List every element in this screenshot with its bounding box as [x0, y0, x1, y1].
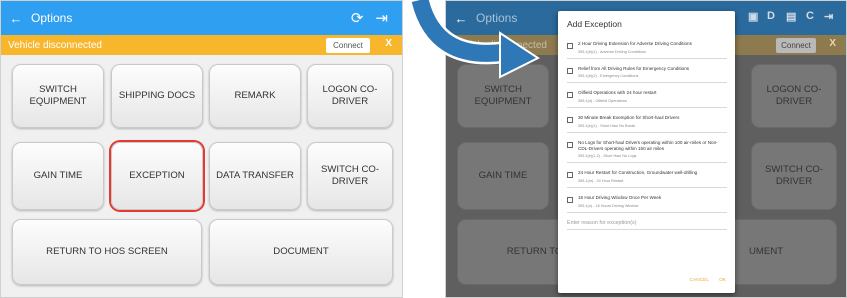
switch-co-driver-button[interactable]: SWITCH CO-DRIVER: [307, 142, 393, 210]
gain-time-button[interactable]: GAIN TIME: [12, 142, 104, 210]
remark-button[interactable]: REMARK: [209, 64, 301, 128]
exception-option[interactable]: 24 Hour Restart for Construction, Ground…: [567, 170, 727, 189]
page-title: Options: [31, 11, 73, 25]
switch-equipment-button[interactable]: SWITCH EQUIPMENT: [12, 64, 104, 128]
exception-button[interactable]: EXCEPTION: [111, 142, 203, 210]
exception-option[interactable]: Relief from All Driving Rules for Emerge…: [567, 66, 727, 84]
vehicle-status-bar: Vehicle disconnected Connect X: [1, 35, 402, 55]
exception-reason-input[interactable]: Enter reason for exception(s): [567, 220, 727, 230]
curved-arrow-icon: [409, 0, 540, 79]
codriver-c-icon: C: [806, 10, 814, 22]
exception-option[interactable]: 16 Hour Driving Window Once Per Week 395…: [567, 195, 727, 213]
checkbox[interactable]: [567, 197, 573, 204]
exception-option[interactable]: Oilfield Operations with 24 hour restart…: [567, 90, 727, 109]
option-label: 30 Minute Break Exemption for Short-haul…: [578, 115, 680, 121]
checkbox[interactable]: [567, 172, 573, 179]
exception-option[interactable]: No Logs for Short-haul Drivers operating…: [567, 139, 727, 164]
option-regulation: 395.1(o) - 16 Hours Driving Window: [578, 203, 639, 208]
document-button-dimmed: UMENT: [726, 219, 837, 285]
cancel-button[interactable]: CANCEL: [690, 278, 709, 283]
exception-option[interactable]: 2 Hour Driving Extension for Adverse Dri…: [567, 41, 727, 59]
exception-option[interactable]: 30 Minute Break Exemption for Short-haul…: [567, 115, 727, 133]
option-label: No Logs for Short-haul Drivers operating…: [578, 139, 718, 151]
ok-button[interactable]: OK: [719, 278, 726, 283]
checkbox[interactable]: [567, 92, 573, 99]
logout-icon: ⇥: [824, 11, 834, 23]
composite-screenshot: ← Options ⟳ ⇥ Vehicle disconnected Conne…: [0, 0, 847, 298]
option-label: Relief from All Driving Rules for Emerge…: [578, 65, 690, 71]
option-label: 2 Hour Driving Extension for Adverse Dri…: [578, 41, 692, 46]
truck-icon: ▤: [786, 11, 797, 23]
checkbox[interactable]: [567, 67, 573, 74]
status-text: Vehicle disconnected: [8, 39, 102, 51]
driver-d-icon: D: [767, 10, 775, 22]
option-label: 24 Hour Restart for Construction, Ground…: [578, 170, 698, 176]
add-exception-dialog: Add Exception 2 Hour Driving Extension f…: [558, 11, 735, 293]
return-to-hos-button[interactable]: RETURN TO HOS SCREEN: [12, 219, 202, 285]
option-regulation: 395.1(e)(1,2) - Short Haul No Logs: [578, 154, 637, 159]
arrow-left-icon[interactable]: ←: [1, 11, 31, 26]
shipping-docs-button[interactable]: SHIPPING DOCS: [111, 64, 203, 128]
option-regulation: 395.1(e)(1) - Short Haul No Break: [578, 123, 635, 128]
close-status-button: X: [829, 38, 836, 49]
gain-time-button-dimmed: GAIN TIME: [457, 142, 549, 210]
switch-co-driver-button-dimmed: SWITCH CO-DRIVER: [751, 142, 837, 210]
options-screen: ← Options ⟳ ⇥ Vehicle disconnected Conne…: [0, 0, 403, 298]
option-label: 16 Hour Driving Window Once Per Week: [578, 195, 662, 201]
option-regulation: 395.1(m) - 24 Hour Restart: [578, 179, 624, 184]
document-button[interactable]: DOCUMENT: [209, 219, 393, 285]
data-transfer-button[interactable]: DATA TRANSFER: [209, 142, 301, 210]
checkbox[interactable]: [567, 43, 573, 49]
option-regulation: 395.1(d) - Oilfield Operations: [578, 99, 627, 104]
option-regulation: 395.1(b)(2) - Emergency Conditions: [578, 74, 639, 79]
app-bar: ← Options ⟳ ⇥: [1, 1, 402, 35]
monitor-icon: ▣: [748, 11, 759, 23]
checkbox[interactable]: [567, 141, 573, 148]
checkbox[interactable]: [567, 117, 573, 124]
logon-co-driver-button-dimmed: LOGON CO-DRIVER: [751, 64, 837, 128]
dialog-title: Add Exception: [567, 19, 622, 29]
option-regulation: 395.1(b)(1) - Adverse Driving Conditions: [578, 49, 646, 54]
connect-button: Connect: [776, 38, 816, 53]
option-label: Oilfield Operations with 24 hour restart: [578, 90, 657, 96]
